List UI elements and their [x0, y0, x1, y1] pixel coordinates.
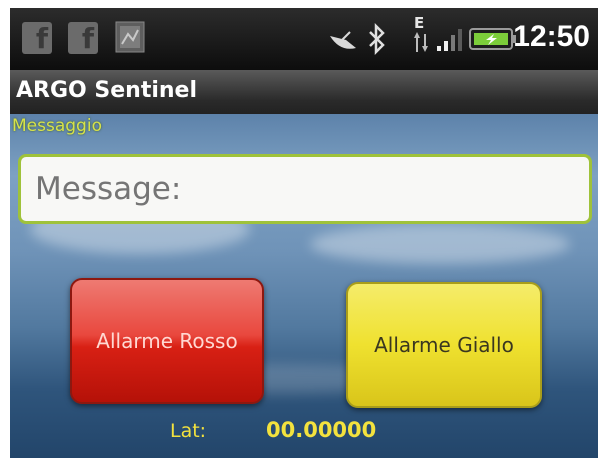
app-title: ARGO Sentinel [16, 78, 197, 103]
clock-time: 12:50 [513, 20, 590, 53]
latitude-value: 00.00000 [266, 418, 377, 442]
app-title-bar: ARGO Sentinel [10, 70, 598, 114]
yellow-alarm-label: Allarme Giallo [374, 333, 514, 357]
cloud-decoration [310, 224, 570, 264]
red-alarm-button[interactable]: Allarme Rosso [70, 278, 264, 404]
latitude-label: Lat: [170, 420, 207, 442]
main-content: Messaggio Allarme Rosso Allarme Giallo L… [10, 114, 598, 458]
gallery-icon [114, 20, 146, 58]
signal-icon [436, 26, 466, 56]
phone-screen: f f E 12:50 ARGO Sentinel Messaggio Mess… [10, 8, 598, 458]
edge-network-icon: E [414, 14, 428, 58]
bluetooth-icon [366, 22, 388, 60]
facebook-icon: f [68, 22, 98, 55]
yellow-alarm-button[interactable]: Allarme Giallo [346, 282, 542, 408]
satellite-dish-icon [328, 26, 358, 58]
battery-icon [468, 26, 518, 56]
red-alarm-label: Allarme Rosso [96, 329, 238, 353]
message-section-label: Messaggio [12, 116, 102, 136]
message-input[interactable] [18, 154, 592, 224]
facebook-icon: f [22, 22, 52, 55]
status-bar: f f E 12:50 [10, 8, 598, 70]
